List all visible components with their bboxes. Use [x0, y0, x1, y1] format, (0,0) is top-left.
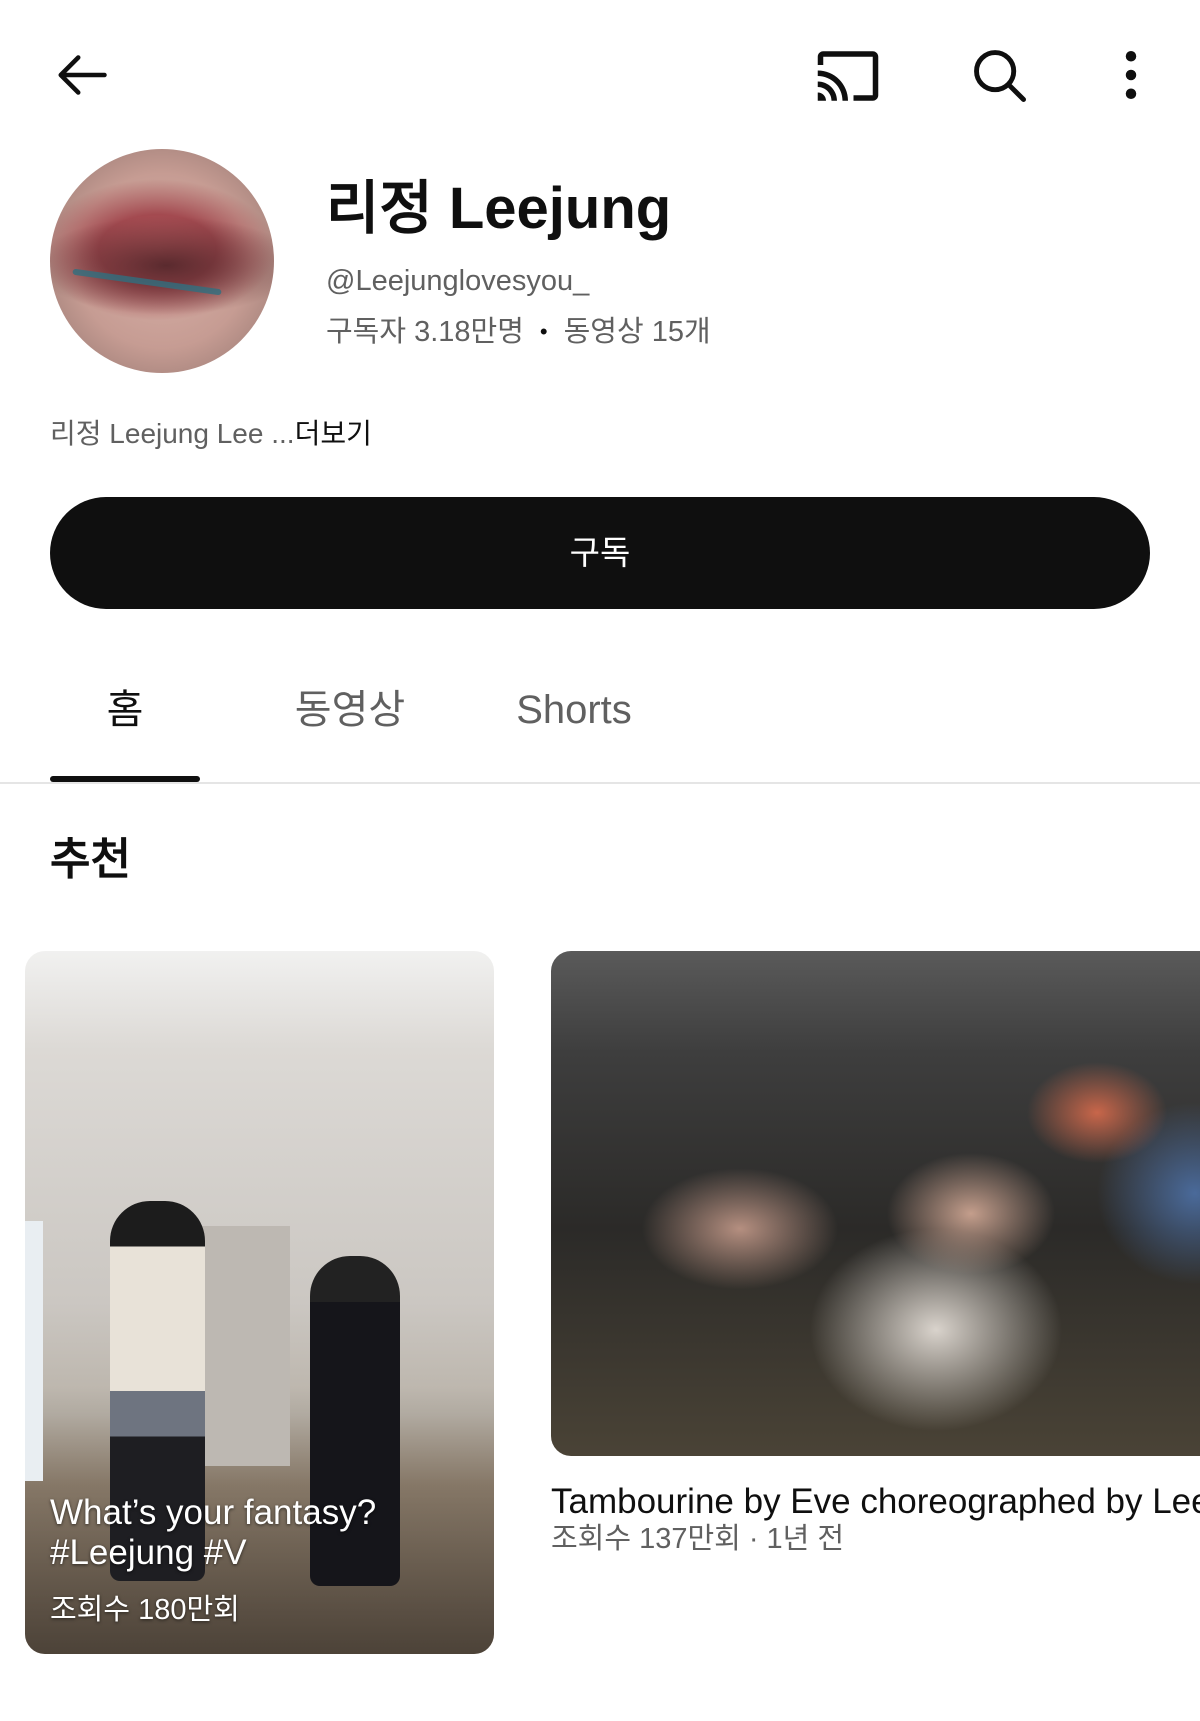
arrow-left-icon — [58, 55, 107, 95]
channel-avatar[interactable] — [50, 149, 274, 373]
tab-shorts[interactable]: Shorts — [474, 680, 674, 740]
more-link[interactable]: 더보기 — [295, 418, 372, 449]
section-title: 추천 — [50, 835, 131, 884]
channel-stats: 구독자 3.18만명 • 동영상 15개 — [326, 314, 711, 350]
subscribe-button[interactable]: 구독 — [50, 497, 1150, 609]
video-thumbnail — [551, 951, 1200, 1456]
cast-icon — [817, 51, 879, 101]
search-icon — [974, 50, 1026, 102]
channel-name: 리정 Leejung — [326, 176, 672, 241]
selected-tab-indicator — [50, 776, 200, 782]
more-vert-icon — [1125, 51, 1137, 99]
video-view-count: 조회수 137만회 — [551, 1523, 741, 1555]
tab-home[interactable]: 홈 — [50, 680, 200, 740]
more-options-button[interactable] — [1101, 45, 1161, 105]
back-button[interactable] — [52, 45, 112, 105]
subscriber-count: 구독자 3.18만명 — [326, 316, 524, 348]
channel-handle: @Leejunglovesyou_ — [326, 265, 590, 297]
video-title: Tambourine by Eve choreographed by Leej — [551, 1482, 1200, 1521]
meta-separator: · — [748, 1523, 759, 1555]
thumbnail-detail — [25, 1221, 43, 1481]
stats-separator: • — [539, 319, 548, 344]
description-text: 리정 Leejung Lee ... — [50, 418, 295, 449]
channel-description[interactable]: 리정 Leejung Lee ...더보기 — [50, 416, 372, 452]
video-count: 동영상 15개 — [563, 316, 711, 348]
video-meta: 조회수 137만회 · 1년 전 — [551, 1521, 844, 1557]
short-view-count: 조회수 180만회 — [50, 1594, 240, 1626]
short-title-line: What’s your fantasy? — [50, 1493, 377, 1532]
cast-button[interactable] — [815, 43, 881, 109]
tab-videos[interactable]: 동영상 — [250, 680, 450, 740]
tabs-divider — [0, 782, 1200, 784]
short-card[interactable]: What’s your fantasy? #Leejung #V 조회수 180… — [25, 951, 494, 1654]
search-button[interactable] — [968, 44, 1030, 106]
short-title-line: #Leejung #V — [50, 1533, 247, 1572]
featured-carousel[interactable]: What’s your fantasy? #Leejung #V 조회수 180… — [0, 951, 1200, 1671]
thumbnail-detail — [310, 1256, 400, 1586]
video-age: 1년 전 — [766, 1523, 845, 1555]
video-card[interactable]: Tambourine by Eve choreographed by Leej … — [551, 951, 1200, 1671]
avatar-detail — [72, 268, 222, 296]
